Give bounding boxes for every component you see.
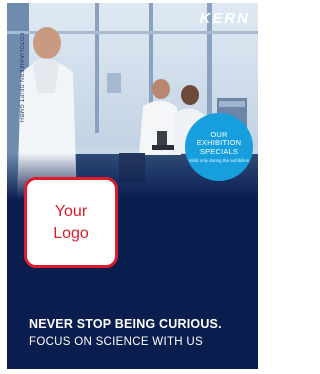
badge-line: SPECIALS [199, 146, 239, 156]
exhibition-flyer: KERN FOTOLIA/HKERN.DE/PT GMBH OUR EXHIBI… [7, 3, 258, 369]
logo-placeholder: Your Logo [24, 177, 118, 268]
exhibition-specials-badge: OUR EXHIBITION SPECIALS Valid only durin… [185, 113, 253, 181]
logo-placeholder-text: Your [54, 202, 88, 220]
logo-placeholder-text: Logo [53, 224, 89, 242]
kern-logo: KERN [199, 10, 250, 27]
subheadline: FOCUS ON SCIENCE WITH US [29, 336, 203, 348]
photo-credit: FOTOLIA/HKERN.DE/PT GMBH [18, 33, 24, 123]
headline: NEVER STOP BEING CURIOUS. [29, 317, 222, 331]
badge-note: Valid only during the exhibition [188, 158, 250, 164]
